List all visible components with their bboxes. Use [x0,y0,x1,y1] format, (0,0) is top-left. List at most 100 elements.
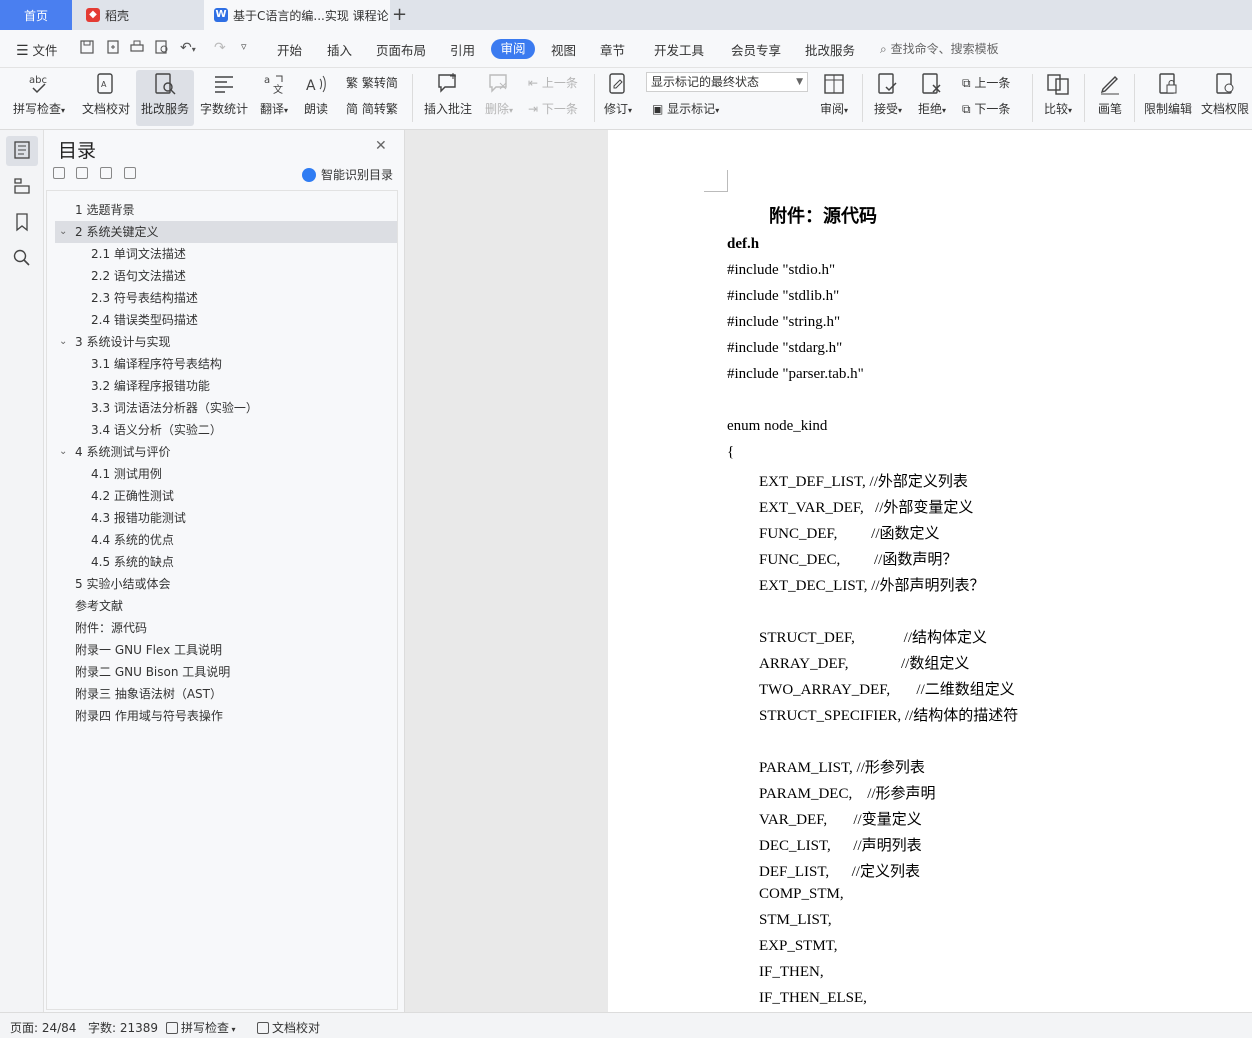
reject-button[interactable]: 拒绝▾ [914,70,950,126]
doc-proof-button[interactable]: A 文档校对 [78,70,134,126]
expand-up-icon[interactable] [76,167,88,179]
collapse-all-icon[interactable] [53,167,65,179]
menu-view[interactable]: 视图 [551,40,576,59]
page-indicator[interactable]: 页面: 24/84 [10,1019,76,1036]
menu-member[interactable]: 会员专享 [731,40,781,59]
restrict-edit-button[interactable]: 限制编辑 [1140,70,1196,126]
ai-toc-button[interactable]: 智能识别目录 [302,166,393,183]
next-comment-button[interactable]: ⇥ 下一条 [528,100,578,117]
toc-item-label: 4.1 测试用例 [91,467,162,481]
ribbon-divider [1032,74,1033,122]
next-comment-icon: ⇥ [528,102,539,116]
code-line: COMP_STM, [759,886,844,902]
toc-title: 目录 [58,140,97,162]
menu-start[interactable]: 开始 [277,40,302,59]
page-margin-marker [704,170,728,192]
toc-item-label: 3.3 词法语法分析器（实验一） [91,401,258,415]
compare-button[interactable]: 比较▾ [1040,70,1076,126]
insert-comment-button[interactable]: 插入批注 [420,70,476,126]
new-tab-button[interactable]: + [392,4,407,25]
doc-proof-status[interactable]: 文档校对 [257,1019,320,1036]
writer-doc-icon: W [214,8,228,22]
toc-panel: 目录 ✕ 智能识别目录 1 选题背景 ⌄ 2 系统关键定义 2.1 单词文法描述 2.2… [44,130,405,1012]
file-menu[interactable]: ☰ 文件 [16,40,58,59]
svg-text:A: A [101,80,107,89]
review-button[interactable]: 审阅▾ [816,70,852,126]
remove-level-icon[interactable] [124,167,136,179]
chapter-navigation-icon[interactable] [12,176,32,196]
more-quick-access-icon[interactable]: ▿ [241,40,247,53]
undo-icon[interactable]: ↶▾ [180,40,196,56]
toc-item-label: 4 系统测试与评价 [75,445,171,459]
show-markup-button[interactable]: ▣ 显示标记▾ [652,100,719,117]
correction-service-button[interactable]: 批改服务 [136,70,194,126]
lock-document-icon [1156,72,1180,96]
toc-item-label: 附件：源代码 [75,621,148,635]
trad-to-simp-button[interactable]: 繁 繁转简 [346,74,398,91]
document-outline-icon[interactable] [12,140,32,160]
chevron-down-icon[interactable]: ⌄ [59,331,67,353]
print-icon[interactable] [130,40,144,58]
prev-change-button[interactable]: ⧉ 上一条 [962,74,1010,91]
code-line: #include "stdlib.h" [727,288,840,304]
chevron-down-icon[interactable]: ⌄ [59,441,67,463]
tab-docer[interactable]: ◆ 稻壳 [72,0,202,30]
menu-developer-tools[interactable]: 开发工具 [654,40,704,59]
read-aloud-icon: A [304,72,328,96]
revise-button[interactable]: 修订▾ [600,70,636,126]
toc-item-label: 3 系统设计与实现 [75,335,171,349]
toc-item-label: 4.2 正确性测试 [91,489,174,503]
menu-section[interactable]: 章节 [600,40,625,59]
code-line: EXT_DEC_LIST, //外部声明列表？ [759,578,985,594]
chevron-down-icon[interactable]: ⌄ [59,221,67,243]
pen-button[interactable]: 画笔 [1092,70,1128,126]
delete-comment-icon [487,72,511,96]
add-level-icon[interactable] [100,167,112,179]
menu-page-layout[interactable]: 页面布局 [376,40,426,59]
search-icon: ⌕ [880,42,887,56]
code-line: #include "stdarg.h" [727,340,843,356]
command-search[interactable]: ⌕ 查找命令、搜索模板 [880,40,999,57]
menu-review[interactable]: 审阅 [491,39,535,59]
save-icon[interactable] [80,40,94,58]
ai-icon [302,167,316,182]
delete-comment-button[interactable]: 删除▾ [480,70,518,126]
tab-document-label: 基于C语言的编...实现 课程论 [233,8,389,23]
redo-icon[interactable]: ↷ [214,40,226,56]
menu-correction-service[interactable]: 批改服务 [805,40,855,59]
ribbon-divider [1134,74,1135,122]
markup-state-select[interactable]: 显示标记的最终状态 ▼ [646,72,808,92]
tab-docer-label: 稻壳 [105,8,130,23]
print-preview-icon[interactable] [155,40,169,58]
spellcheck-status[interactable]: 拼写检查 ▾ [166,1019,236,1036]
accept-label: 接受 [873,102,898,116]
reject-label: 拒绝 [917,102,942,116]
tab-document[interactable]: W 基于C语言的编...实现 课程论 [204,0,390,30]
read-aloud-button[interactable]: A 朗读 [300,70,332,126]
spellcheck-button[interactable]: abc 拼写检查▾ [6,70,72,126]
toc-item-label: 1 选题背景 [75,203,135,217]
close-icon[interactable]: ✕ [375,138,387,154]
prev-comment-button[interactable]: ⇤ 上一条 [528,74,578,91]
simp-to-trad-button[interactable]: 简 简转繁 [346,100,398,117]
menu-references[interactable]: 引用 [450,40,475,59]
doc-permission-label: 文档权限 [1200,102,1249,116]
word-count-button[interactable]: 字数统计 [198,70,250,126]
word-count-indicator[interactable]: 字数: 21389 [88,1019,158,1036]
next-change-button[interactable]: ⧉ 下一条 [962,100,1010,117]
accept-button[interactable]: 接受▾ [870,70,906,126]
export-pdf-icon[interactable] [106,40,120,58]
bookmark-icon[interactable] [12,212,32,232]
word-count-icon [212,72,236,96]
toc-item[interactable]: ⌄ 2 系统关键定义 [55,221,397,243]
search-icon[interactable] [12,248,32,268]
document-page[interactable]: 附件：源代码 def.h #include "stdio.h" #include … [608,130,1252,1012]
simp-to-trad-label: 简转繁 [361,102,398,116]
code-line: IF_THEN, [759,964,824,980]
prev-comment-label: 上一条 [541,76,578,90]
translate-button[interactable]: a文 翻译▾ [256,70,292,126]
doc-permission-button[interactable]: 文档权限 [1198,70,1252,126]
tab-home[interactable]: 首页 [0,0,72,30]
document-canvas[interactable]: 附件：源代码 def.h #include "stdio.h" #include … [405,130,1252,1012]
menu-insert[interactable]: 插入 [327,40,352,59]
